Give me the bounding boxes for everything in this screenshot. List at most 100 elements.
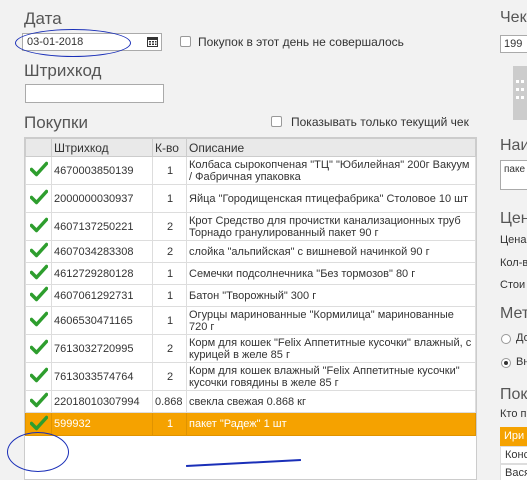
row-qty: 1 xyxy=(152,184,187,213)
method-radio-2-label: Вн xyxy=(516,356,527,368)
calendar-icon[interactable] xyxy=(147,36,158,47)
row-description: Колбаса сырокопченая "ТЦ" "Юбилейная" 20… xyxy=(186,156,476,185)
method-radio-2[interactable] xyxy=(501,358,511,368)
no-purchases-checkbox[interactable] xyxy=(180,36,191,47)
row-description: Корм для кошек влажный "Felix Аппетитные… xyxy=(186,362,476,391)
buyer-item[interactable]: Вася xyxy=(500,464,527,480)
receipt-input[interactable]: 199 xyxy=(500,35,527,53)
row-qty: 2 xyxy=(152,334,187,363)
table-row[interactable]: 4607034283308 2 слойка "альпийская" с вишн… xyxy=(25,240,476,263)
table-row[interactable]: 4612729280128 1 Семечки подсолнечника "Без… xyxy=(25,262,476,285)
name-textarea[interactable]: паке xyxy=(500,160,527,190)
cost-label: Стои xyxy=(500,279,526,291)
qty-label: Кол-в xyxy=(500,257,527,269)
no-purchases-label: Покупок в этот день не совершалось xyxy=(198,35,404,49)
header-description[interactable]: Описание xyxy=(186,138,476,157)
buyers-subtitle: Кто п xyxy=(500,408,527,420)
buyer-item-selected[interactable]: Ири xyxy=(500,427,527,446)
row-barcode: 4606530471165 xyxy=(51,306,153,335)
table-header-row: Штрихкод К-во Описание xyxy=(25,138,476,157)
row-barcode: 7613033574764 xyxy=(51,362,153,391)
row-qty: 1 xyxy=(152,412,187,436)
row-description: слойка "альпийская" с вишневой начинкой … xyxy=(186,240,476,263)
row-qty: 0.868 xyxy=(152,390,187,413)
row-description: Крот Средство для прочистки канализацион… xyxy=(186,212,476,241)
row-description: Яйца "Городищенская птицефабрика" Столов… xyxy=(186,184,476,213)
barcode-label: Штрихкод xyxy=(24,61,102,80)
table-row[interactable]: 4670003850139 1 Колбаса сырокопченая "ТЦ" … xyxy=(25,156,476,185)
buyers-heading: Пок xyxy=(500,386,527,403)
row-check-cell xyxy=(25,156,52,185)
table-row[interactable]: 7613032720995 2 Корм для кошек "Felix Аппе… xyxy=(25,334,476,363)
row-qty: 1 xyxy=(152,156,187,185)
row-check-cell xyxy=(25,212,52,241)
row-barcode: 4607034283308 xyxy=(51,240,153,263)
barcode-input[interactable] xyxy=(25,84,164,103)
header-qty[interactable]: К-во xyxy=(152,138,187,157)
purchases-table: Штрихкод К-во Описание 4670003850139 1 Кол… xyxy=(24,137,477,480)
row-barcode: 4612729280128 xyxy=(51,262,153,285)
date-value: 03-01-2018 xyxy=(27,36,84,48)
purchases-label: Покупки xyxy=(24,113,88,132)
row-barcode: 7613032720995 xyxy=(51,334,153,363)
only-current-checkbox[interactable] xyxy=(271,116,282,127)
header-check xyxy=(25,138,52,157)
method-radio-1-label: До xyxy=(516,332,527,344)
checkmark-icon xyxy=(29,311,48,327)
date-input[interactable]: 03-01-2018 xyxy=(22,33,162,51)
row-barcode: 4670003850139 xyxy=(51,156,153,185)
row-description: Батон "Творожный" 300 г xyxy=(186,284,476,307)
checkmark-icon xyxy=(29,339,48,355)
row-barcode: 4607061292731 xyxy=(51,284,153,307)
row-barcode: 599932 xyxy=(51,412,153,436)
price-heading: Цен xyxy=(500,210,527,227)
checkmark-icon xyxy=(29,217,48,233)
receipt-icon xyxy=(513,66,527,120)
table-row[interactable]: 4607137250221 2 Крот Средство для прочистк… xyxy=(25,212,476,241)
receipt-heading: Чек xyxy=(500,9,527,26)
only-current-label: Показывать только текущий чек xyxy=(291,115,469,129)
row-barcode: 2000000030937 xyxy=(51,184,153,213)
row-check-cell xyxy=(25,284,52,307)
row-qty: 2 xyxy=(152,212,187,241)
table-row[interactable]: 4606530471165 1 Огурцы маринованные "Корми… xyxy=(25,306,476,335)
row-description: Огурцы маринованные "Кормилица" маринова… xyxy=(186,306,476,335)
checkmark-icon xyxy=(29,242,48,258)
purchase-form: Дата 03-01-2018 Покупок в этот день не с… xyxy=(0,0,490,480)
method-heading: Мет xyxy=(500,305,527,322)
row-barcode: 22018010307994 xyxy=(51,390,153,413)
buyer-item[interactable]: Конс xyxy=(500,446,527,464)
row-qty: 1 xyxy=(152,262,187,285)
row-description: пакет "Радеж" 1 шт xyxy=(186,412,476,436)
right-panel: Чек 199 Наи паке Цен Цена Кол-в Стои Мет… xyxy=(492,0,527,480)
row-qty: 2 xyxy=(152,240,187,263)
price-label: Цена xyxy=(500,234,527,246)
checkmark-icon xyxy=(29,367,48,383)
row-check-cell xyxy=(25,262,52,285)
row-check-cell xyxy=(25,362,52,391)
checkmark-icon xyxy=(29,415,48,430)
method-radio-1[interactable] xyxy=(501,334,511,344)
row-check-cell xyxy=(25,334,52,363)
row-check-cell xyxy=(25,184,52,213)
row-qty: 1 xyxy=(152,306,187,335)
row-check-cell xyxy=(25,240,52,263)
name-heading: Наи xyxy=(500,137,527,154)
row-description: Семечки подсолнечника "Без тормозов" 80 … xyxy=(186,262,476,285)
table-row[interactable]: 7613033574764 2 Корм для кошек влажный "Fe… xyxy=(25,362,476,391)
row-qty: 1 xyxy=(152,284,187,307)
table-row[interactable]: 2000000030937 1 Яйца "Городищенская птицеф… xyxy=(25,184,476,213)
radio-dot xyxy=(504,361,508,365)
table-row[interactable]: 22018010307994 0.868 свекла свежая 0.868 к… xyxy=(25,390,476,413)
date-label: Дата xyxy=(24,9,62,28)
row-check-cell xyxy=(25,412,52,436)
header-barcode[interactable]: Штрихкод xyxy=(51,138,153,157)
table-row[interactable]: 4607061292731 1 Батон "Творожный" 300 г xyxy=(25,284,476,307)
table-row-selected[interactable]: 599932 1 пакет "Радеж" 1 шт xyxy=(25,412,476,436)
checkmark-icon xyxy=(29,286,48,302)
checkmark-icon xyxy=(29,161,48,177)
checkmark-icon xyxy=(29,392,48,408)
checkmark-icon xyxy=(29,189,48,205)
row-check-cell xyxy=(25,390,52,413)
row-description: свекла свежая 0.868 кг xyxy=(186,390,476,413)
